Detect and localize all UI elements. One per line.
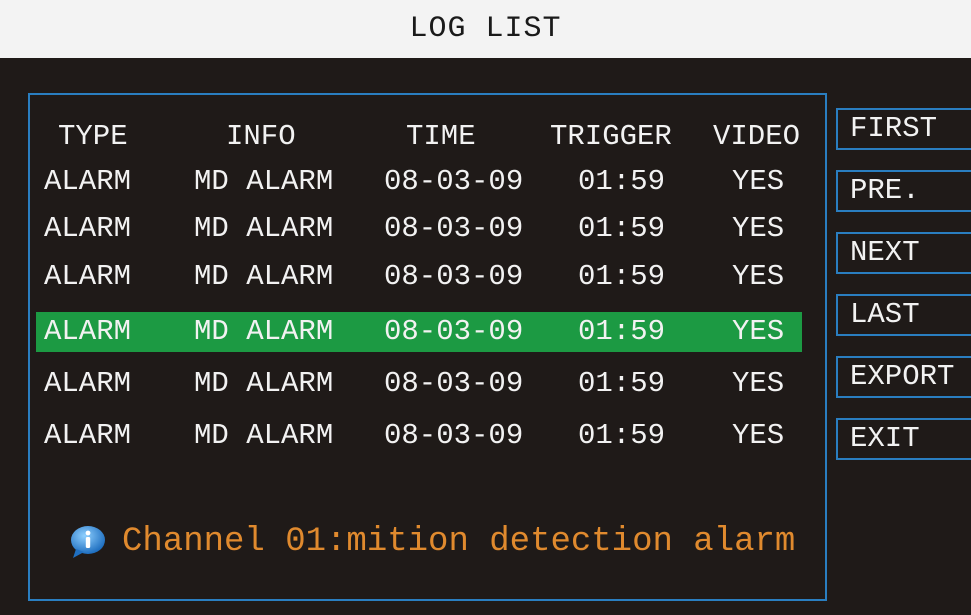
cell-trigger: 01:59 <box>578 419 666 452</box>
last-button[interactable]: LAST <box>836 294 971 336</box>
log-list-panel: TYPE INFO TIME TRIGGER VIDEO ALARM MD AL… <box>28 93 827 601</box>
cell-info: MD ALARM <box>194 212 334 245</box>
cell-trigger: 01:59 <box>578 165 666 198</box>
cell-time: 08-03-09 <box>384 165 524 198</box>
exit-button[interactable]: EXIT <box>836 418 971 460</box>
export-button[interactable]: EXPORT <box>836 356 971 398</box>
cell-time: 08-03-09 <box>384 212 524 245</box>
column-header-video: VIDEO <box>713 120 801 153</box>
table-row[interactable]: ALARM MD ALARM 08-03-09 01:59 YES <box>36 209 802 249</box>
cell-video: YES <box>732 315 785 348</box>
cell-time: 08-03-09 <box>384 260 524 293</box>
cell-info: MD ALARM <box>194 367 334 400</box>
cell-type: ALARM <box>44 212 132 245</box>
previous-button[interactable]: PRE. <box>836 170 971 212</box>
table-row[interactable]: ALARM MD ALARM 08-03-09 01:59 YES <box>36 364 802 404</box>
cell-info: MD ALARM <box>194 419 334 452</box>
column-header-info: INFO <box>226 120 296 153</box>
page-title: LOG LIST <box>409 12 562 46</box>
cell-trigger: 01:59 <box>578 367 666 400</box>
column-header-time: TIME <box>406 120 476 153</box>
column-header-type: TYPE <box>58 120 128 153</box>
cell-time: 08-03-09 <box>384 367 524 400</box>
cell-type: ALARM <box>44 315 132 348</box>
next-button[interactable]: NEXT <box>836 232 971 274</box>
table-row[interactable]: ALARM MD ALARM 08-03-09 01:59 YES <box>36 416 802 456</box>
cell-info: MD ALARM <box>194 315 334 348</box>
cell-video: YES <box>732 419 785 452</box>
table-row[interactable]: ALARM MD ALARM 08-03-09 01:59 YES <box>36 257 802 297</box>
cell-trigger: 01:59 <box>578 212 666 245</box>
cell-type: ALARM <box>44 419 132 452</box>
cell-type: ALARM <box>44 367 132 400</box>
column-header-trigger: TRIGGER <box>550 120 672 153</box>
first-button[interactable]: FIRST <box>836 108 971 150</box>
cell-info: MD ALARM <box>194 165 334 198</box>
status-message: Channel 01:mition detection alarm <box>122 523 796 561</box>
cell-info: MD ALARM <box>194 260 334 293</box>
status-bar: Channel 01:mition detection alarm <box>70 523 795 561</box>
title-bar: LOG LIST <box>0 0 971 58</box>
cell-time: 08-03-09 <box>384 315 524 348</box>
cell-time: 08-03-09 <box>384 419 524 452</box>
cell-video: YES <box>732 367 785 400</box>
table-row-selected[interactable]: ALARM MD ALARM 08-03-09 01:59 YES <box>36 312 802 352</box>
info-icon <box>70 525 106 559</box>
cell-type: ALARM <box>44 260 132 293</box>
cell-video: YES <box>732 165 785 198</box>
cell-type: ALARM <box>44 165 132 198</box>
cell-trigger: 01:59 <box>578 260 666 293</box>
cell-video: YES <box>732 212 785 245</box>
cell-video: YES <box>732 260 785 293</box>
table-row[interactable]: ALARM MD ALARM 08-03-09 01:59 YES <box>36 162 802 202</box>
cell-trigger: 01:59 <box>578 315 666 348</box>
table-header: TYPE INFO TIME TRIGGER VIDEO <box>36 117 802 157</box>
